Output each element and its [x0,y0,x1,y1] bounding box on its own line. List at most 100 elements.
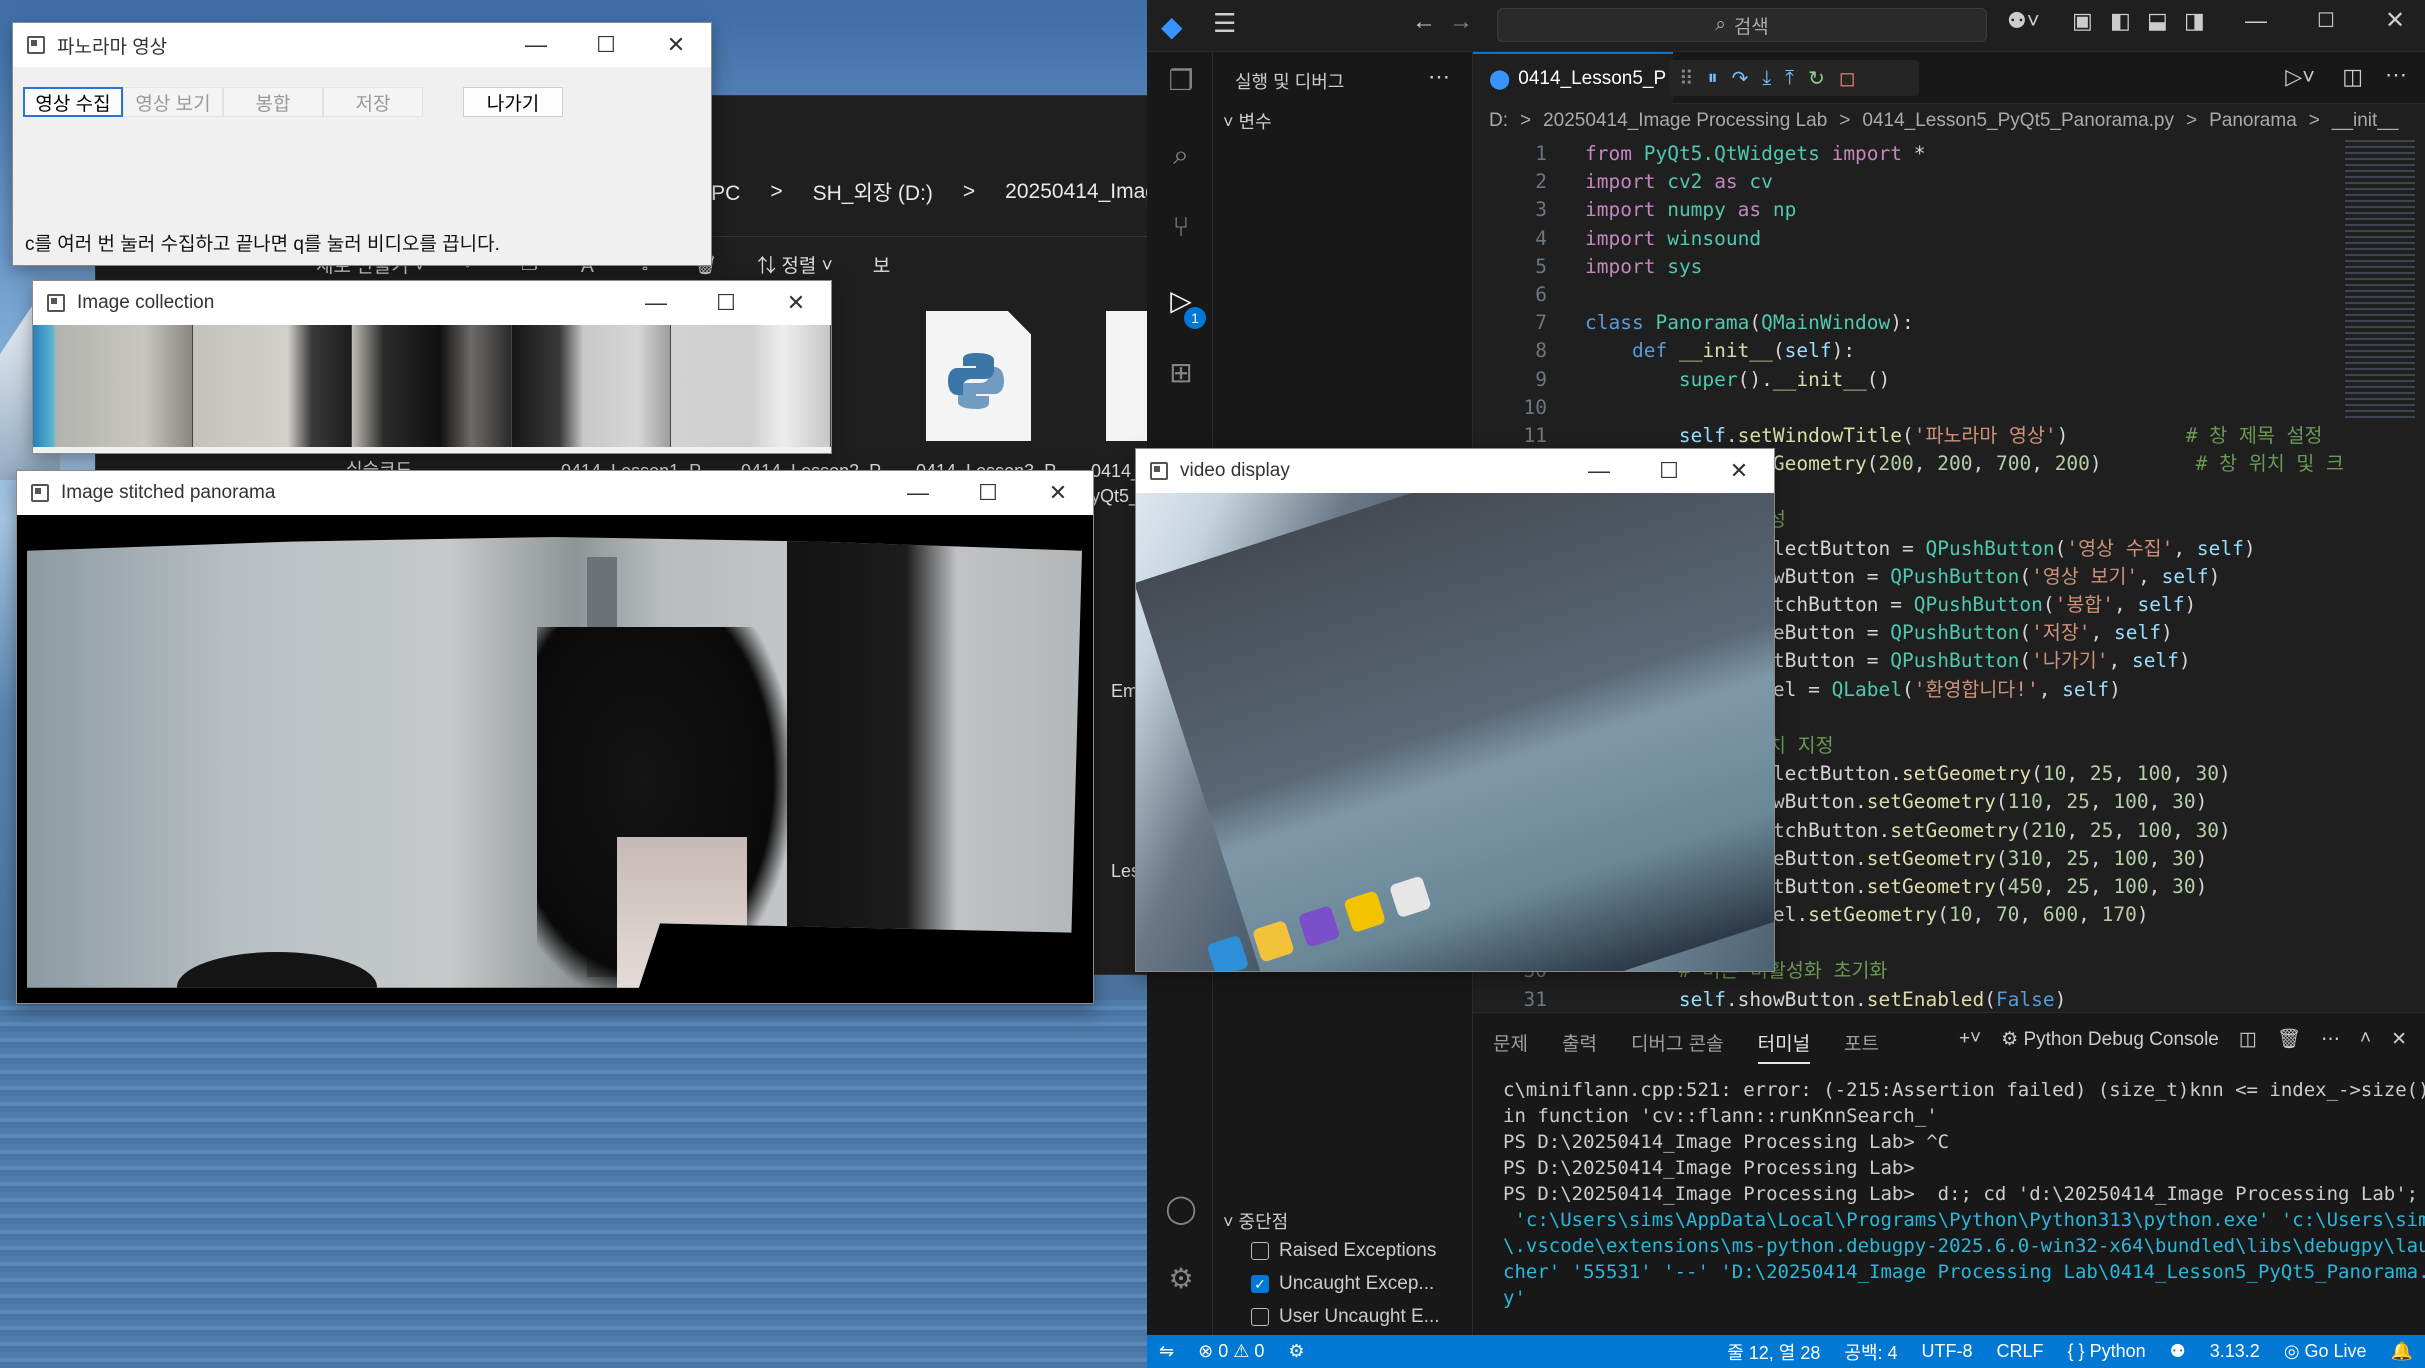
tab-debug-console[interactable]: 디버그 콘솔 [1631,1029,1724,1064]
minimize-icon[interactable]: — [621,281,691,325]
maximize-icon[interactable]: ☐ [953,471,1023,515]
tab-output[interactable]: 출력 [1562,1029,1597,1064]
menu-icon[interactable]: ☰ [1213,8,1236,39]
toggle-sidebar-icon[interactable]: ◧ [2110,8,2131,34]
maximize-icon[interactable]: ☐ [571,23,641,67]
python-file-icon[interactable] [926,311,1031,441]
checkbox[interactable] [1251,1308,1269,1326]
split-terminal-icon[interactable]: ◫ [2239,1028,2257,1051]
show-video-button[interactable]: 영상 보기 [123,87,223,117]
step-out-icon[interactable]: ⤒ [1785,67,1794,90]
warning-count: 0 [1254,1341,1265,1361]
toggle-panel-icon[interactable]: ⬓ [2147,8,2168,34]
debug-status-icon[interactable]: ⚙ [1276,1341,1316,1362]
checkbox-checked[interactable]: ✓ [1251,1275,1269,1293]
extensions-icon[interactable]: ⊞ [1164,356,1198,390]
encoding[interactable]: UTF-8 [1910,1341,1985,1362]
remote-icon[interactable]: ⇋ [1147,1341,1186,1362]
notifications-icon[interactable]: 🔔 [2379,1341,2425,1362]
close-panel-icon[interactable]: ✕ [2391,1028,2407,1051]
breakpoint-raised[interactable]: Raised Exceptions [1251,1240,1436,1262]
sort-button[interactable]: ⇅ 정렬 ˅ [757,251,833,278]
tab-ports[interactable]: 포트 [1844,1029,1879,1064]
crumb[interactable]: 20250414_Image Processing Lab [1543,110,1827,140]
step-into-icon[interactable]: ⤓ [1762,67,1771,90]
trash-icon[interactable]: 🗑 [2277,1027,2301,1051]
titlebar[interactable]: 파노라마 영상 — ☐ ✕ [13,23,711,67]
crumb[interactable]: __init__ [2332,110,2399,140]
problems-status[interactable]: ⊗ 0 ⚠ 0 [1186,1341,1276,1362]
python-version[interactable]: 3.13.2 [2198,1341,2272,1362]
restart-icon[interactable]: ↻ [1808,66,1825,91]
language-mode[interactable]: { } Python [2056,1341,2158,1362]
maximize-icon[interactable]: ☐ [2317,8,2335,33]
close-icon[interactable]: ✕ [2385,6,2405,35]
split-editor-icon[interactable]: ◫ [2342,64,2363,90]
tab-terminal[interactable]: 터미널 [1757,1029,1811,1064]
stop-icon[interactable]: ◻ [1839,66,1856,91]
command-search[interactable]: ⌕ 검색 [1497,8,1987,42]
titlebar[interactable]: video display — ☐ ✕ [1136,449,1774,493]
minimize-icon[interactable]: — [2245,8,2267,34]
more-actions-icon[interactable]: ⋯ [2385,62,2407,88]
pause-icon[interactable]: ⏸ [1708,67,1718,90]
save-button[interactable]: 저장 [323,87,423,117]
breakpoint-label: Uncaught Excep... [1279,1273,1435,1294]
breadcrumb-folder[interactable]: 20250414_Imag [1005,180,1157,204]
crumb[interactable]: 0414_Lesson5_PyQt5_Panorama.py [1862,110,2174,140]
forward-icon[interactable]: → [1449,8,1473,36]
vscode-titlebar[interactable]: ◆ ☰ ← → ⌕ 검색 ⚉˅ ▣ ◧ ⬓ ◨ — ☐ ✕ [1147,0,2425,52]
breakpoint-user-uncaught[interactable]: User Uncaught E... [1251,1306,1440,1328]
quit-button[interactable]: 나가기 [463,87,563,117]
line-ending[interactable]: CRLF [1985,1341,2056,1362]
crumb[interactable]: D: [1489,110,1508,140]
more-actions-icon[interactable]: ⋯ [2321,1028,2340,1051]
run-icon[interactable]: ▷˅ [2285,64,2315,90]
titlebar[interactable]: Image stitched panorama — ☐ ✕ [17,471,1093,515]
maximize-icon[interactable]: ☐ [691,281,761,325]
copilot-icon[interactable]: ⚉˅ [2007,8,2040,34]
minimize-icon[interactable]: — [883,471,953,515]
breakpoints-section[interactable]: ˅ 중단점 [1223,1208,1288,1234]
more-actions-icon[interactable]: ⋯ [1428,64,1450,90]
terminal-profile[interactable]: ⚙ Python Debug Console [2001,1028,2219,1051]
close-icon[interactable]: ✕ [761,281,831,325]
layout-icon[interactable]: ▣ [2072,8,2093,34]
new-terminal-icon[interactable]: +˅ [1959,1028,1981,1050]
indentation[interactable]: 공백: 4 [1832,1339,1909,1365]
variables-section[interactable]: ˅ 변수 [1223,108,1272,134]
search-icon[interactable]: ⌕ [1164,138,1198,172]
checkbox[interactable] [1251,1242,1269,1260]
toggle-secondary-icon[interactable]: ◨ [2184,8,2205,34]
breakpoint-uncaught[interactable]: ✓ Uncaught Excep... [1251,1273,1434,1295]
breadcrumb: D: > 20250414_Image Processing Lab > 041… [1489,110,2398,140]
file-name[interactable]: 0414_ [1091,461,1141,482]
close-icon[interactable]: ✕ [1704,449,1774,493]
view-button[interactable]: 보 [873,251,890,278]
stitch-button[interactable]: 봉합 [223,87,323,117]
cursor-position[interactable]: 줄 12, 열 28 [1715,1339,1832,1365]
close-icon[interactable]: ✕ [641,23,711,67]
drag-handle-icon[interactable]: ⠿ [1679,66,1694,91]
settings-gear-icon[interactable]: ⚙ [1164,1262,1198,1296]
copilot-icon[interactable]: ⚉ [2158,1341,2198,1362]
explorer-icon[interactable]: ❐ [1164,64,1198,98]
collect-video-button[interactable]: 영상 수집 [23,87,123,117]
maximize-icon[interactable]: ☐ [1634,449,1704,493]
minimize-icon[interactable]: — [1564,449,1634,493]
minimap[interactable] [2345,140,2415,420]
tab-problems[interactable]: 문제 [1493,1029,1528,1064]
titlebar[interactable]: Image collection — ☐ ✕ [33,281,831,325]
editor-tab[interactable]: ⬤ 0414_Lesson5_P [1473,52,1673,104]
crumb[interactable]: Panorama [2209,110,2297,140]
step-over-icon[interactable]: ↷ [1732,66,1749,91]
close-icon[interactable]: ✕ [1023,471,1093,515]
account-icon[interactable]: ◯ [1164,1192,1198,1226]
go-live[interactable]: ◎ Go Live [2272,1341,2379,1362]
source-control-icon[interactable]: ⑂ [1164,210,1198,244]
terminal-output[interactable]: c\miniflann.cpp:521: error: (-215:Assert… [1503,1077,2425,1311]
minimize-icon[interactable]: — [501,23,571,67]
maximize-panel-icon[interactable]: ˄ [2360,1028,2371,1050]
breadcrumb-drive[interactable]: SH_외장 (D:) [813,177,933,207]
back-icon[interactable]: ← [1412,8,1436,36]
